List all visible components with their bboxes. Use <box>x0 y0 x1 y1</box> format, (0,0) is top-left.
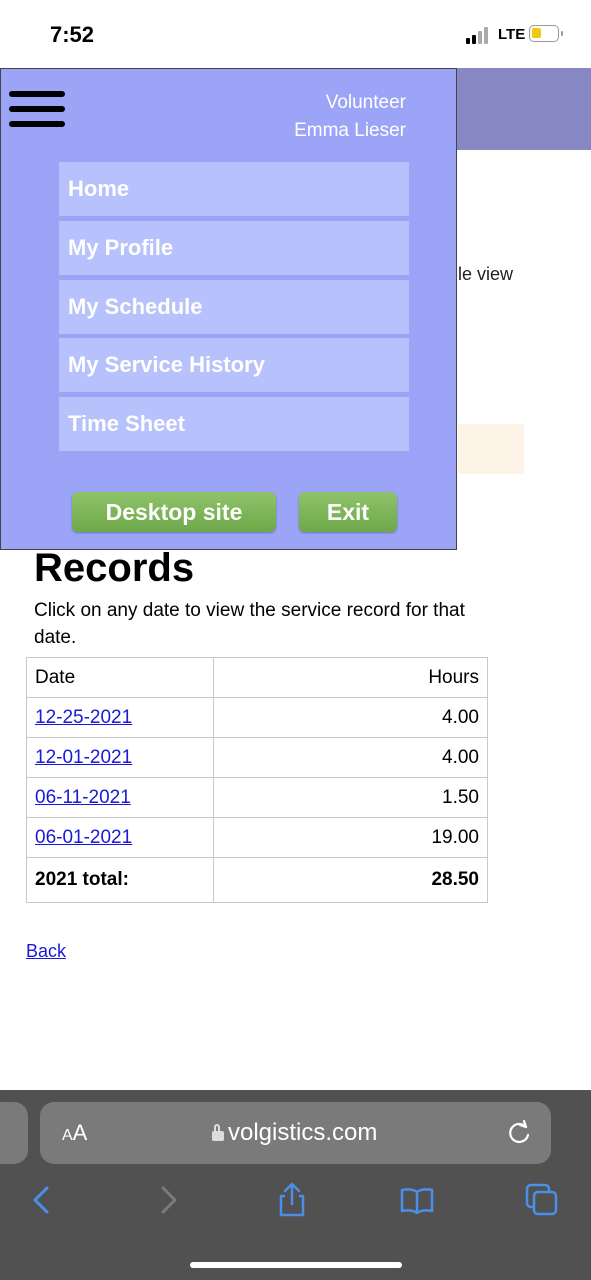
reload-icon[interactable] <box>506 1119 532 1147</box>
back-link[interactable]: Back <box>26 941 66 962</box>
volunteer-name: Emma Lieser <box>294 120 406 141</box>
records-description: Click on any date to view the service re… <box>34 600 465 648</box>
table-row: 06-01-2021 19.00 <box>26 817 488 858</box>
menu-item-home[interactable]: Home <box>59 162 409 216</box>
tabs-icon[interactable] <box>524 1182 560 1218</box>
navigation-menu: Volunteer Emma Lieser Home My Profile My… <box>0 68 457 550</box>
menu-item-my-service-history[interactable]: My Service History <box>59 338 409 392</box>
lock-icon <box>212 1124 224 1141</box>
date-link[interactable]: 12-01-2021 <box>35 747 132 768</box>
network-label: LTE <box>498 26 526 43</box>
forward-arrow-icon[interactable] <box>151 1182 187 1218</box>
header-date: Date <box>26 657 214 698</box>
status-bar: 7:52 LTE <box>0 0 591 68</box>
date-link[interactable]: 06-01-2021 <box>35 827 132 848</box>
menu-item-time-sheet[interactable]: Time Sheet <box>59 397 409 451</box>
signal-icon <box>466 26 494 44</box>
hours-cell: 1.50 <box>213 777 488 818</box>
bookmarks-icon[interactable] <box>399 1182 435 1218</box>
url-text: volgistics.com <box>228 1119 378 1146</box>
hours-cell: 4.00 <box>213 737 488 778</box>
table-header-row: Date Hours <box>26 657 488 698</box>
text-size-button[interactable]: AA <box>62 1120 87 1146</box>
browser-toolbar: AA volgistics.com <box>0 1090 591 1280</box>
url-display[interactable]: volgistics.com <box>212 1119 377 1147</box>
records-table: Date Hours 12-25-2021 4.00 12-01-2021 4.… <box>26 657 488 903</box>
share-icon[interactable] <box>274 1182 310 1218</box>
table-row: 06-11-2021 1.50 <box>26 777 488 818</box>
address-bar[interactable]: AA volgistics.com <box>40 1102 551 1164</box>
hours-cell: 19.00 <box>213 817 488 858</box>
status-time: 7:52 <box>50 22 95 47</box>
desktop-site-button[interactable]: Desktop site <box>72 492 276 532</box>
previous-tab-stub[interactable] <box>0 1102 28 1164</box>
background-notice-box <box>458 424 524 474</box>
table-row: 12-01-2021 4.00 <box>26 737 488 778</box>
exit-button[interactable]: Exit <box>299 492 397 532</box>
total-label: 2021 total: <box>26 857 214 903</box>
hamburger-menu-icon[interactable] <box>9 91 65 127</box>
table-total-row: 2021 total: 28.50 <box>26 857 488 903</box>
back-arrow-icon[interactable] <box>23 1182 59 1218</box>
page-title: Records <box>34 546 195 590</box>
hours-cell: 4.00 <box>213 697 488 738</box>
battery-icon <box>529 25 563 42</box>
background-text: le view <box>458 264 514 284</box>
date-link[interactable]: 06-11-2021 <box>35 787 131 808</box>
menu-item-my-schedule[interactable]: My Schedule <box>59 280 409 334</box>
header-hours: Hours <box>213 657 488 698</box>
volunteer-role: Volunteer <box>325 92 406 113</box>
total-value: 28.50 <box>213 857 488 903</box>
date-link[interactable]: 12-25-2021 <box>35 707 132 728</box>
menu-item-my-profile[interactable]: My Profile <box>59 221 409 275</box>
home-indicator[interactable] <box>190 1262 402 1268</box>
table-row: 12-25-2021 4.00 <box>26 697 488 738</box>
